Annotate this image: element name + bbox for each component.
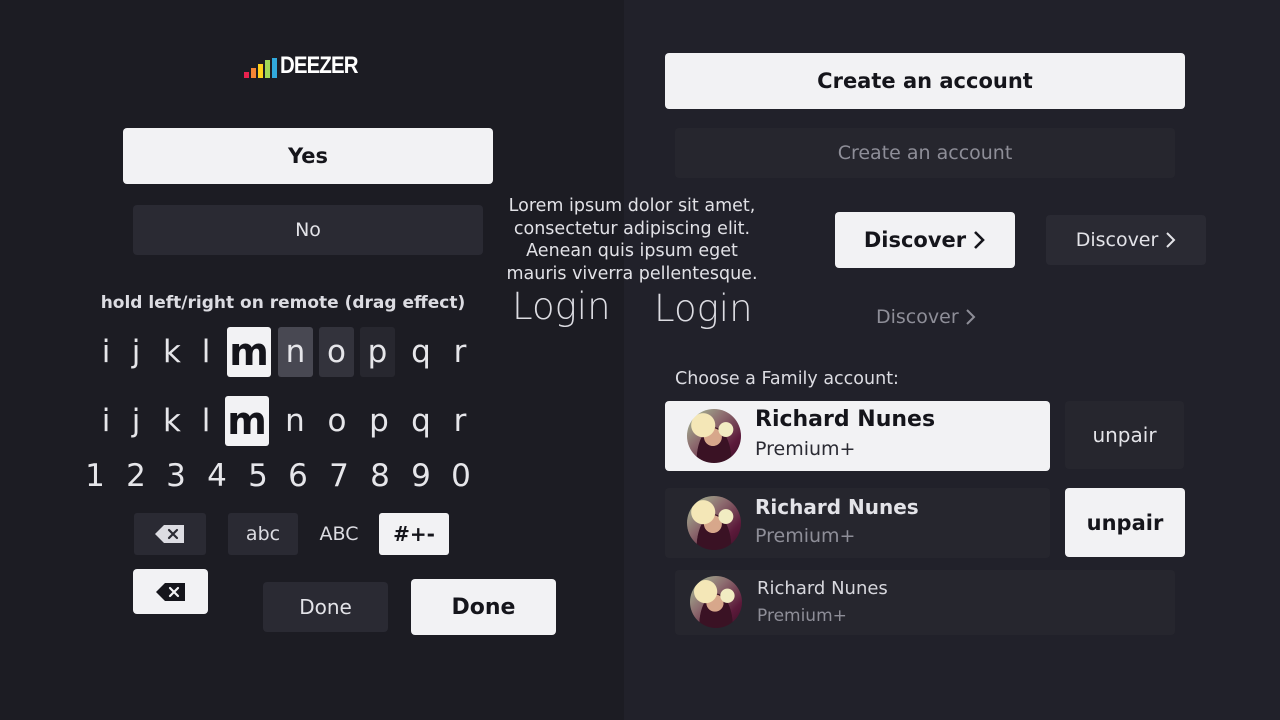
login-title-left: Login [512,285,611,328]
discover-button-light[interactable]: Discover [835,212,1015,268]
key-o[interactable]: o [319,327,354,377]
avatar [687,496,741,550]
key-l[interactable]: l [184,327,228,377]
discover-button-dark[interactable]: Discover [1046,215,1206,265]
discover-link[interactable]: Discover [876,305,976,329]
backspace-button-dark[interactable] [134,513,206,555]
unpair-button-dark[interactable]: unpair [1065,401,1184,469]
key-6[interactable]: 6 [278,458,318,494]
chevron-right-icon [1166,232,1176,248]
family-profile-card[interactable]: Richard Nunes Premium+ [665,488,1050,558]
avatar [690,576,742,628]
key-9[interactable]: 9 [401,458,441,494]
lorem-text: Lorem ipsum dolor sit amet, consectetur … [506,196,758,284]
yes-button[interactable]: Yes [123,128,493,184]
unpair-button-light[interactable]: unpair [1065,488,1185,557]
key-r[interactable]: r [438,396,482,446]
deezer-logo: DEEZER [244,52,371,78]
key-3[interactable]: 3 [156,458,196,494]
drag-hint-text: hold left/right on remote (drag effect) [100,293,466,313]
create-account-button[interactable]: Create an account [665,53,1185,109]
deezer-equalizer-icon [244,58,277,78]
key-5[interactable]: 5 [238,458,278,494]
done-button-light[interactable]: Done [411,579,556,635]
profile-name: Richard Nunes [757,578,888,599]
key-l[interactable]: l [184,396,228,446]
family-profile-card-focused[interactable]: Richard Nunes Premium+ [665,401,1050,471]
deezer-wordmark: DEEZER [280,52,359,79]
key-2[interactable]: 2 [116,458,156,494]
key-o[interactable]: o [315,396,359,446]
create-account-button-dim[interactable]: Create an account [675,128,1175,178]
discover-label: Discover [863,228,967,252]
key-n[interactable]: n [273,396,317,446]
key-p[interactable]: p [357,396,401,446]
done-button-dark[interactable]: Done [263,582,388,632]
avatar [687,409,741,463]
key-7[interactable]: 7 [319,458,359,494]
key-1[interactable]: 1 [75,458,115,494]
profile-name: Richard Nunes [755,495,919,519]
profile-plan: Premium+ [755,438,856,460]
mode-lowercase-button[interactable]: abc [228,513,298,555]
no-button[interactable]: No [133,205,483,255]
key-0[interactable]: 0 [441,458,481,494]
key-n[interactable]: n [278,327,313,377]
login-title-right: Login [654,287,753,330]
key-4[interactable]: 4 [197,458,237,494]
key-8[interactable]: 8 [360,458,400,494]
backspace-icon [155,525,184,543]
key-m-selected[interactable]: m [225,396,269,446]
key-p[interactable]: p [360,327,395,377]
discover-label: Discover [1075,229,1159,251]
profile-plan: Premium+ [755,525,856,547]
backspace-button-light[interactable] [133,569,208,614]
chevron-right-icon [965,309,976,325]
family-profile-card-dim[interactable]: Richard Nunes Premium+ [675,570,1175,635]
profile-plan: Premium+ [757,606,847,626]
mode-symbols-button[interactable]: #+- [379,513,449,555]
key-q[interactable]: q [399,327,443,377]
discover-label: Discover [876,306,959,328]
profile-name: Richard Nunes [755,407,936,432]
key-m-selected[interactable]: m [227,327,271,377]
key-r[interactable]: r [438,327,482,377]
backspace-icon [155,582,185,601]
key-q[interactable]: q [399,396,443,446]
mode-uppercase-button[interactable]: ABC [305,513,373,555]
family-label: Choose a Family account: [675,369,899,389]
chevron-right-icon [974,231,985,249]
